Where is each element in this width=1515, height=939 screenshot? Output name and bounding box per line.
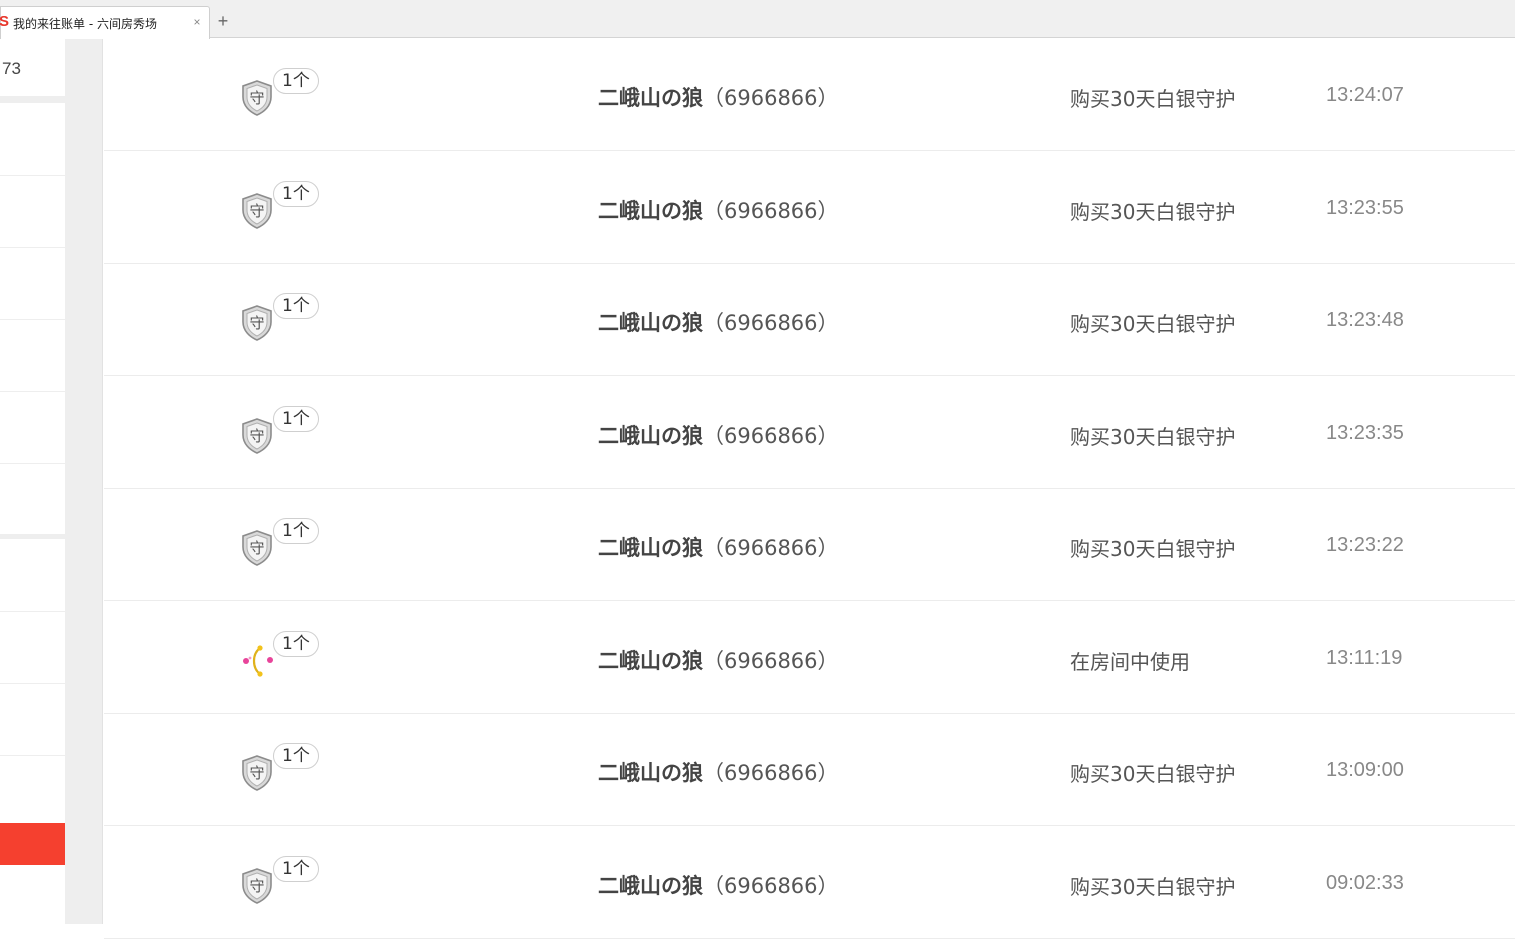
quantity-badge: 1个 — [273, 855, 319, 882]
time-text: 13:23:22 — [1326, 534, 1404, 556]
sidebar-item[interactable] — [0, 683, 65, 684]
shield-guard-icon: 守 — [240, 529, 274, 567]
tab-close-icon[interactable]: × — [191, 15, 203, 29]
user-cell: 二峨山の狼（6966866） — [598, 757, 839, 787]
site-logo-icon: S — [0, 13, 10, 30]
user-cell: 二峨山の狼（6966866） — [598, 420, 839, 450]
action-text: 购买30天白银守护 — [1070, 87, 1236, 111]
table-row: 守 1个 二峨山の狼（6966866） 购买30天白银守护 13:09:00 — [104, 714, 1515, 826]
action-text: 购买30天白银守护 — [1070, 424, 1236, 449]
table-row: 守 1个 二峨山の狼（6966866） 购买30天白银守护 13:23:55 — [104, 152, 1515, 264]
action-text: 购买30天白银守护 — [1070, 312, 1236, 336]
time-text: 13:23:35 — [1326, 421, 1404, 444]
user-id: （6966866） — [703, 423, 839, 448]
action-text: 购买30天白银守护 — [1070, 537, 1236, 561]
quantity-badge: 1个 — [273, 743, 319, 769]
quantity-badge: 1个 — [273, 180, 319, 207]
user-cell: 二峨山の狼（6966866） — [598, 82, 839, 112]
records-table: 守 1个 二峨山の狼（6966866） 购买30天白银守护 13:24:07 守… — [104, 39, 1515, 939]
user-id: （6966866） — [703, 648, 839, 673]
time-text: 13:11:19 — [1326, 646, 1403, 669]
shield-guard-icon: 守 — [240, 867, 274, 905]
quantity-badge: 1个 — [273, 293, 319, 319]
user-name[interactable]: 二峨山の狼 — [598, 311, 703, 335]
sidebar-item[interactable] — [0, 611, 65, 612]
browser-tab[interactable]: S 我的来往账单 - 六间房秀场 × — [0, 6, 210, 39]
sidebar-divider — [0, 534, 65, 539]
sidebar-divider — [0, 96, 65, 103]
browser-tab-strip: S 我的来往账单 - 六间房秀场 × + — [0, 0, 1515, 39]
action-text: 购买30天白银守护 — [1070, 874, 1236, 899]
time-text: 13:23:48 — [1326, 309, 1404, 331]
action-text: 购买30天白银守护 — [1070, 762, 1236, 786]
sidebar: 73 — [0, 39, 65, 924]
sidebar-item[interactable] — [0, 319, 65, 320]
user-name[interactable]: 二峨山の狼 — [598, 874, 703, 898]
shield-guard-icon: 守 — [240, 304, 274, 342]
shield-guard-icon: 守 — [240, 192, 274, 230]
sidebar-item[interactable] — [0, 175, 65, 176]
shield-guard-icon: 守 — [240, 417, 274, 455]
sidebar-item[interactable] — [0, 463, 65, 464]
quantity-badge: 1个 — [273, 518, 319, 544]
time-text: 13:09:00 — [1326, 759, 1404, 781]
sidebar-item[interactable] — [0, 391, 65, 392]
svg-text:守: 守 — [249, 314, 264, 332]
flower-bow-icon — [240, 642, 274, 680]
action-text: 购买30天白银守护 — [1070, 199, 1236, 224]
user-cell: 二峨山の狼（6966866） — [598, 532, 839, 562]
table-row: 守 1个 二峨山の狼（6966866） 购买30天白银守护 13:23:35 — [104, 377, 1515, 489]
table-row: 守 1个 二峨山の狼（6966866） 购买30天白银守护 13:24:07 — [104, 39, 1515, 151]
content-gutter — [65, 39, 103, 924]
sidebar-item[interactable] — [0, 755, 65, 756]
shield-guard-icon: 守 — [240, 754, 274, 792]
sidebar-item-active[interactable] — [0, 823, 65, 865]
time-text: 13:24:07 — [1326, 84, 1404, 106]
user-name[interactable]: 二峨山の狼 — [598, 199, 703, 223]
quantity-badge: 1个 — [273, 405, 319, 432]
user-id: （6966866） — [703, 536, 839, 560]
table-row: 守 1个 二峨山の狼（6966866） 购买30天白银守护 13:23:22 — [104, 489, 1515, 601]
quantity-badge: 1个 — [273, 68, 319, 94]
sidebar-count: 73 — [2, 59, 21, 78]
user-name[interactable]: 二峨山の狼 — [598, 536, 703, 560]
svg-text:守: 守 — [249, 89, 264, 107]
user-name[interactable]: 二峨山の狼 — [598, 424, 703, 448]
table-row: 守 1个 二峨山の狼（6966866） 购买30天白银守护 09:02:33 — [104, 827, 1515, 939]
action-text: 在房间中使用 — [1070, 649, 1190, 674]
quantity-badge: 1个 — [273, 630, 319, 657]
user-id: （6966866） — [703, 86, 839, 110]
user-name[interactable]: 二峨山の狼 — [598, 649, 703, 673]
svg-text:守: 守 — [249, 427, 264, 445]
new-tab-button[interactable]: + — [213, 12, 233, 32]
table-row: 守 1个 二峨山の狼（6966866） 购买30天白银守护 13:23:48 — [104, 264, 1515, 376]
user-cell: 二峨山の狼（6966866） — [598, 645, 839, 675]
svg-text:守: 守 — [249, 539, 264, 557]
user-name[interactable]: 二峨山の狼 — [598, 761, 703, 785]
user-id: （6966866） — [703, 311, 839, 335]
user-cell: 二峨山の狼（6966866） — [598, 307, 839, 337]
user-cell: 二峨山の狼（6966866） — [598, 870, 839, 900]
time-text: 13:23:55 — [1326, 196, 1404, 219]
user-cell: 二峨山の狼（6966866） — [598, 195, 839, 225]
svg-text:守: 守 — [249, 877, 264, 895]
user-id: （6966866） — [703, 761, 839, 785]
sidebar-item[interactable] — [0, 247, 65, 248]
tab-title: 我的来往账单 - 六间房秀场 — [13, 17, 157, 31]
svg-text:守: 守 — [249, 202, 264, 220]
user-id: （6966866） — [703, 198, 839, 223]
user-name[interactable]: 二峨山の狼 — [598, 86, 703, 110]
shield-guard-icon: 守 — [240, 79, 274, 117]
time-text: 09:02:33 — [1326, 871, 1404, 894]
svg-text:守: 守 — [249, 764, 264, 782]
table-row: 1个 二峨山の狼（6966866） 在房间中使用 13:11:19 — [104, 602, 1515, 714]
user-id: （6966866） — [703, 873, 839, 898]
